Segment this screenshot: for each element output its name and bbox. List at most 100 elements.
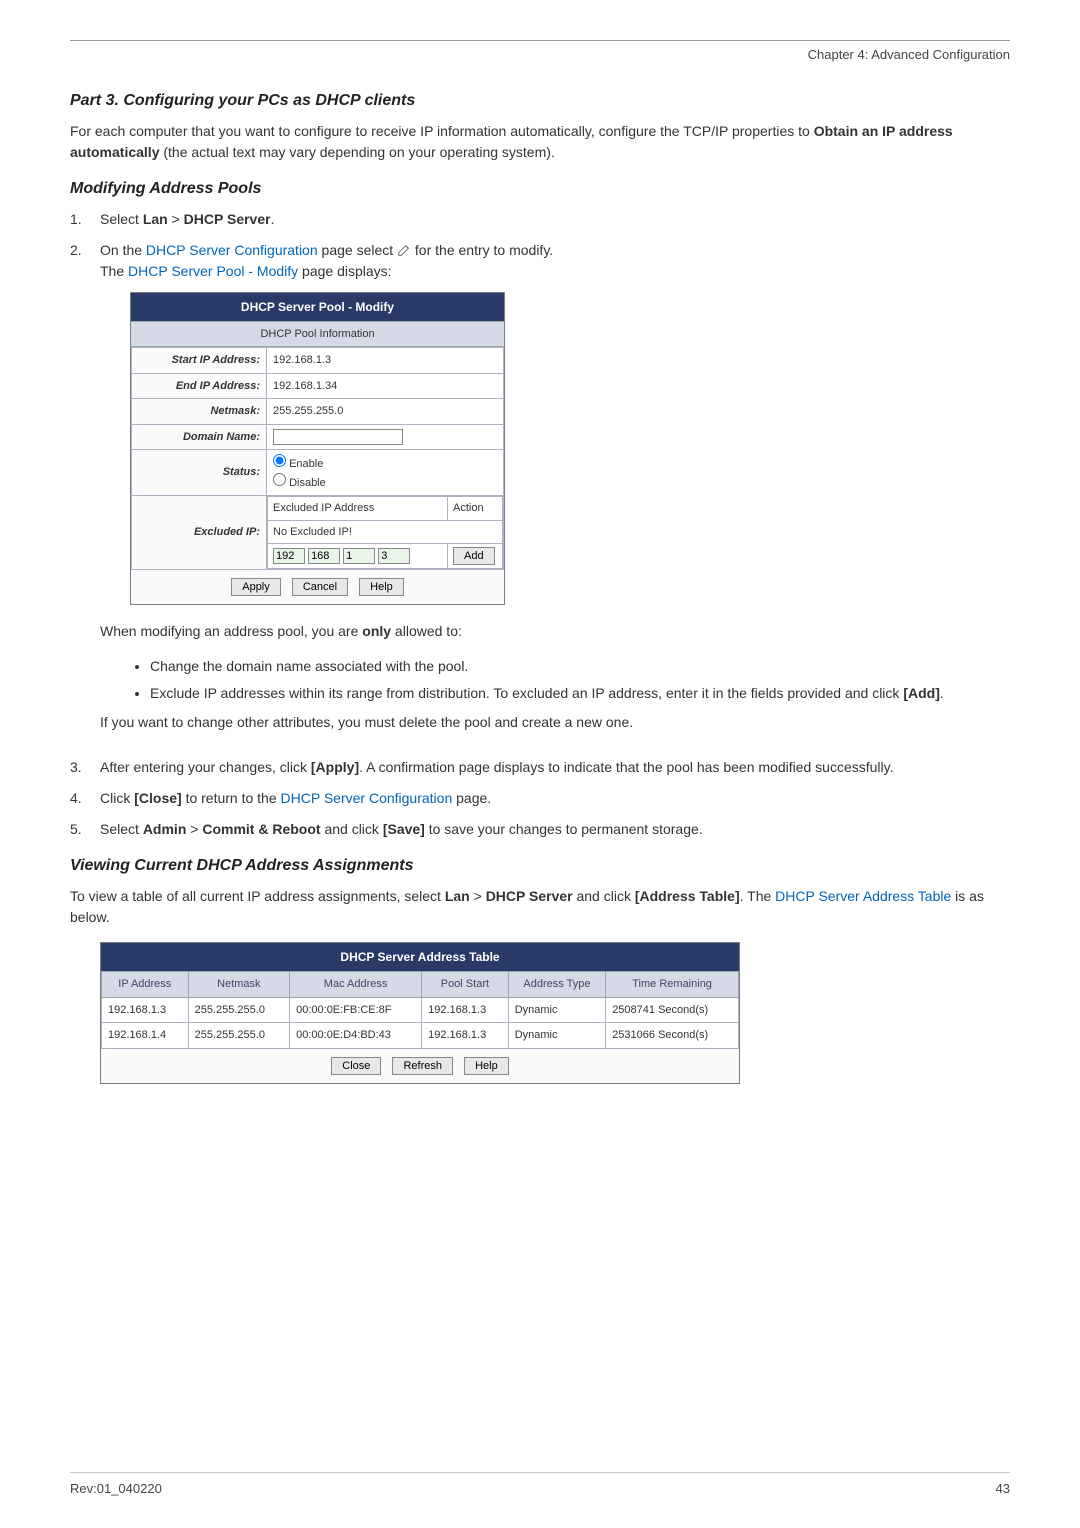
step3-content: After entering your changes, click [Appl… [100, 757, 1010, 778]
step1-dhcp: DHCP Server [184, 211, 271, 227]
modify-title: Modifying Address Pools [70, 177, 1010, 201]
oct1-input[interactable] [273, 548, 305, 564]
step2-link: DHCP Server Configuration [146, 242, 318, 258]
part3-intro-b: (the actual text may vary depending on y… [159, 144, 554, 160]
cell-netmask: 255.255.255.0 [188, 997, 290, 1023]
bullet2-b: . [940, 685, 944, 701]
viewing-bold1: Lan [445, 888, 470, 904]
status-enable-label[interactable]: Enable [273, 458, 323, 470]
status-cell: Enable Disable [267, 450, 504, 496]
apply-button[interactable]: Apply [231, 578, 281, 596]
step5-content: Select Admin > Commit & Reboot and click… [100, 819, 1010, 840]
step2-link2: DHCP Server Pool - Modify [128, 263, 298, 279]
footer-left: Rev:01_040220 [70, 1479, 162, 1499]
modify-panel-subheader: DHCP Pool Information [131, 321, 504, 348]
cell-ip: 192.168.1.3 [102, 997, 189, 1023]
end-ip-val: 192.168.1.34 [267, 373, 504, 399]
step5-a: Select [100, 821, 143, 837]
modify-notes-a: When modifying an address pool, you are [100, 623, 362, 639]
domain-input-cell [267, 424, 504, 450]
status-label: Status: [132, 450, 267, 496]
modify-notes-b: allowed to: [391, 623, 462, 639]
excluded-inner-table: Excluded IP Address Action No Excluded I… [267, 496, 503, 569]
addr-hdr-ip: IP Address [102, 972, 189, 998]
header-divider [70, 40, 1010, 41]
status-disable-text: Disable [289, 477, 326, 489]
domain-input[interactable] [273, 429, 403, 445]
modify-table: Start IP Address: 192.168.1.3 End IP Add… [131, 347, 504, 570]
part3-intro: For each computer that you want to confi… [70, 121, 1010, 163]
step-number: 1. [70, 209, 100, 230]
cell-mac: 00:00:0E:D4:BD:43 [290, 1023, 422, 1049]
step4-b: to return to the [182, 790, 281, 806]
step1-lan: Lan [143, 211, 168, 227]
addr-hdr-type: Address Type [508, 972, 605, 998]
addr-hdr-pool: Pool Start [422, 972, 509, 998]
step5-gt: > [186, 821, 202, 837]
step1-gt: > [168, 211, 184, 227]
netmask-val: 255.255.255.0 [267, 399, 504, 425]
cell-ip: 192.168.1.4 [102, 1023, 189, 1049]
pencil-icon [397, 242, 411, 256]
step-number: 3. [70, 757, 100, 778]
viewing-b: and click [573, 888, 635, 904]
status-enable-radio[interactable] [273, 454, 286, 467]
address-table-panel: DHCP Server Address Table IP Address Net… [100, 942, 740, 1084]
step5-b: and click [321, 821, 383, 837]
addr-hdr-time: Time Remaining [606, 972, 739, 998]
help-button[interactable]: Help [464, 1057, 509, 1075]
status-disable-label[interactable]: Disable [273, 477, 326, 489]
step4-c: page. [452, 790, 491, 806]
step2-content: On the DHCP Server Configuration page se… [100, 240, 1010, 748]
oct3-input[interactable] [343, 548, 375, 564]
cell-time: 2508741 Second(s) [606, 997, 739, 1023]
viewing-gt: > [470, 888, 486, 904]
cell-pool: 192.168.1.3 [422, 1023, 509, 1049]
step2-a: On the [100, 242, 146, 258]
addr-table: IP Address Netmask Mac Address Pool Star… [101, 971, 739, 1049]
step2-d: The [100, 263, 128, 279]
modify-notes-after: If you want to change other attributes, … [100, 712, 1010, 733]
step1-content: Select Lan > DHCP Server. [100, 209, 1010, 230]
refresh-button[interactable]: Refresh [392, 1057, 453, 1075]
step1-end: . [271, 211, 275, 227]
addr-header-row: IP Address Netmask Mac Address Pool Star… [102, 972, 739, 998]
help-button[interactable]: Help [359, 578, 404, 596]
addr-hdr-netmask: Netmask [188, 972, 290, 998]
viewing-a: To view a table of all current IP addres… [70, 888, 445, 904]
oct4-input[interactable] [378, 548, 410, 564]
excluded-cell: Excluded IP Address Action No Excluded I… [267, 496, 504, 570]
step1-a: Select [100, 211, 143, 227]
step4-bold: [Close] [134, 790, 181, 806]
step4-content: Click [Close] to return to the DHCP Serv… [100, 788, 1010, 809]
cell-type: Dynamic [508, 997, 605, 1023]
bullet1: Change the domain name associated with t… [150, 656, 1010, 677]
step2-b: page select [318, 242, 397, 258]
step3-b: . A confirmation page displays to indica… [359, 759, 893, 775]
table-row: 192.168.1.3 255.255.255.0 00:00:0E:FB:CE… [102, 997, 739, 1023]
bullet2: Exclude IP addresses within its range fr… [150, 683, 1010, 704]
modify-panel: DHCP Server Pool - Modify DHCP Pool Info… [130, 292, 505, 606]
addr-hdr-mac: Mac Address [290, 972, 422, 998]
close-button[interactable]: Close [331, 1057, 381, 1075]
modify-notes-bold: only [362, 623, 391, 639]
chapter-header: Chapter 4: Advanced Configuration [70, 45, 1010, 65]
step5-bold3: [Save] [383, 821, 425, 837]
viewing-bold2: DHCP Server [486, 888, 573, 904]
page-footer: Rev:01_040220 43 [70, 1472, 1010, 1499]
domain-label: Domain Name: [132, 424, 267, 450]
bullet2-a: Exclude IP addresses within its range fr… [150, 685, 903, 701]
modify-notes-intro: When modifying an address pool, you are … [100, 621, 1010, 642]
step3-bold: [Apply] [311, 759, 359, 775]
viewing-intro: To view a table of all current IP addres… [70, 886, 1010, 928]
cell-time: 2531066 Second(s) [606, 1023, 739, 1049]
excluded-ip-inputs [268, 544, 448, 569]
viewing-c: . The [740, 888, 776, 904]
cancel-button[interactable]: Cancel [292, 578, 348, 596]
status-enable-text: Enable [289, 458, 323, 470]
part3-intro-a: For each computer that you want to confi… [70, 123, 814, 139]
status-disable-radio[interactable] [273, 473, 286, 486]
table-row: 192.168.1.4 255.255.255.0 00:00:0E:D4:BD… [102, 1023, 739, 1049]
oct2-input[interactable] [308, 548, 340, 564]
add-button[interactable]: Add [453, 547, 495, 565]
